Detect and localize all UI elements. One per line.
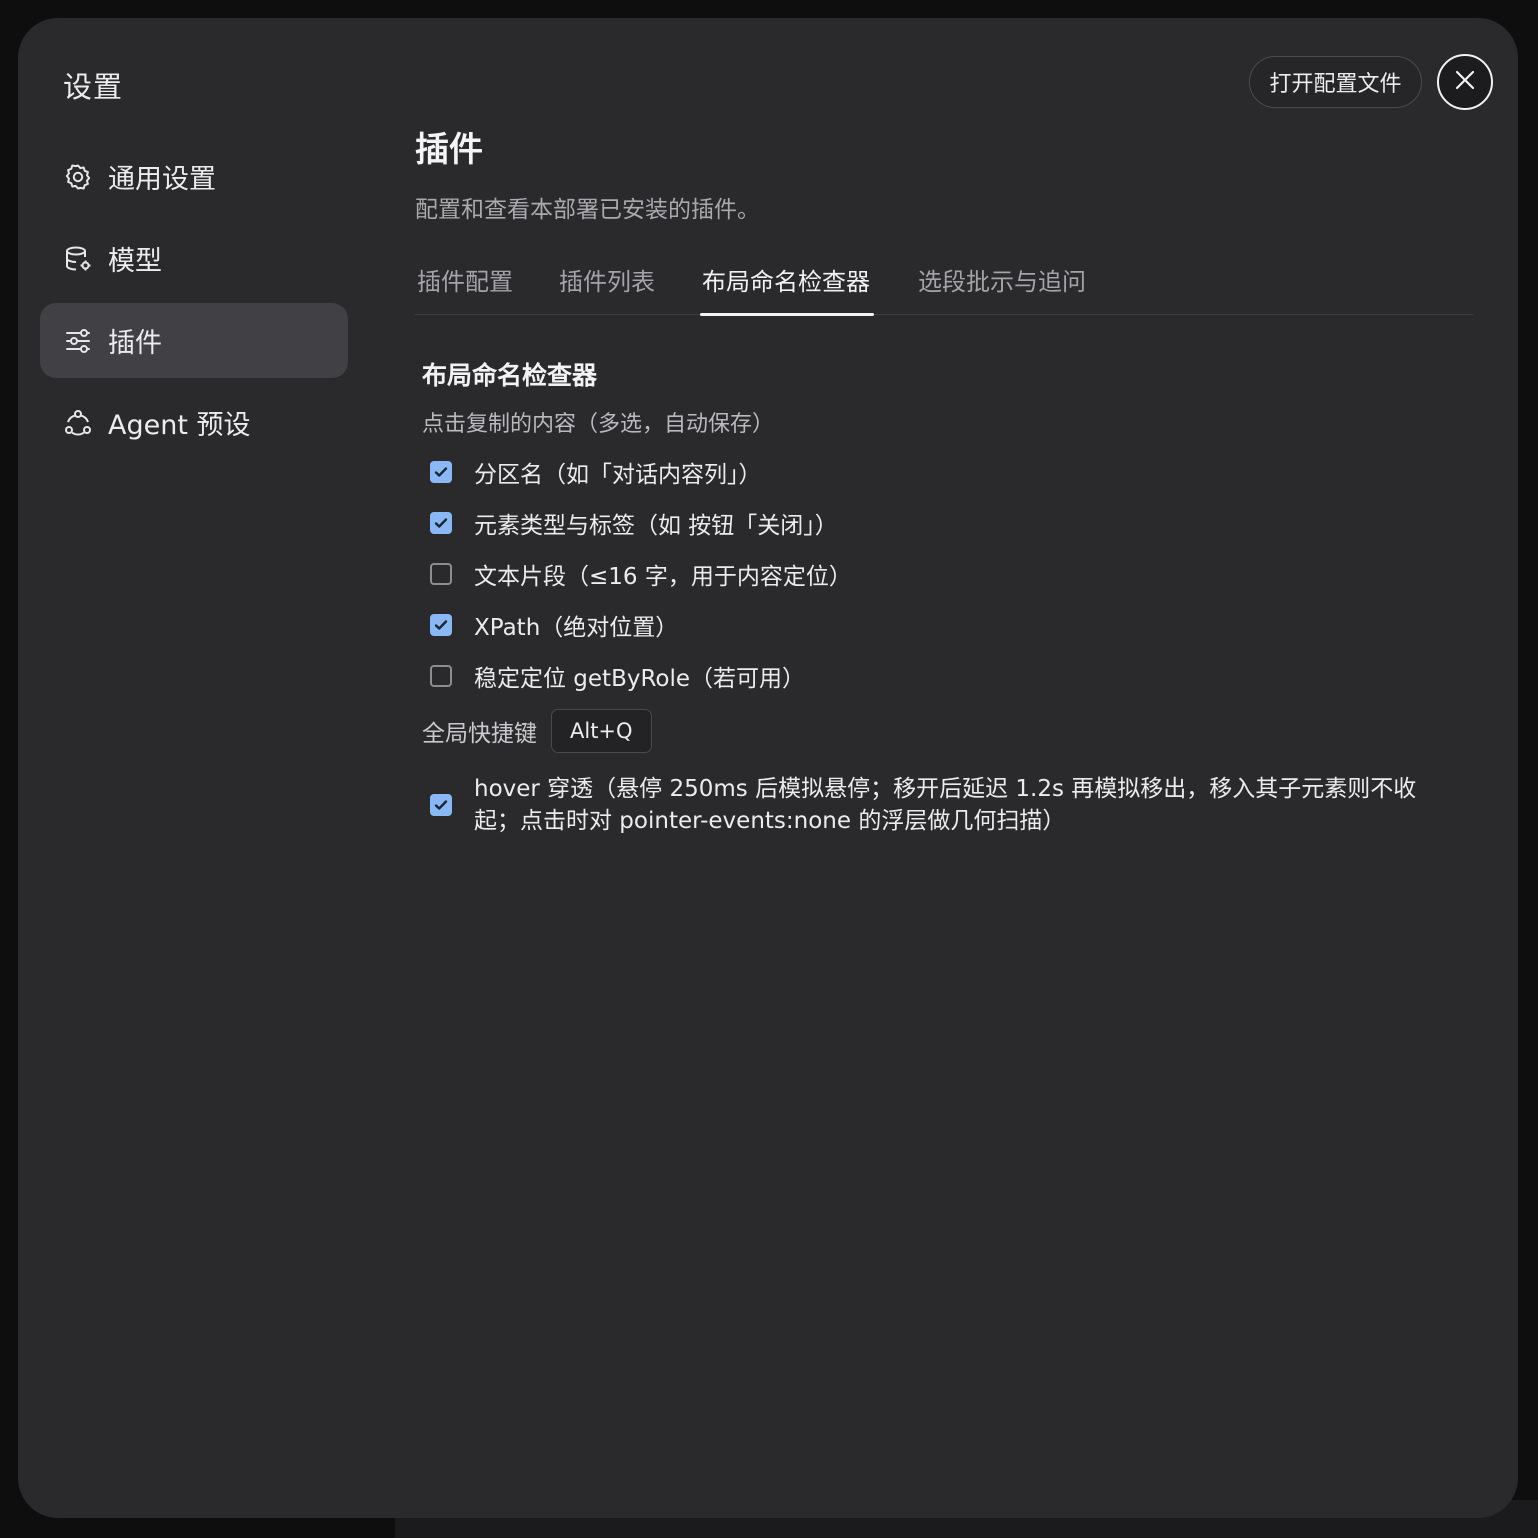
checkbox-unchecked[interactable] [430, 664, 452, 687]
checkbox-checked[interactable] [430, 613, 452, 636]
sidebar-item-label: 模型 [108, 246, 162, 277]
close-button[interactable] [1437, 54, 1493, 110]
option-hover-passthrough[interactable]: hover 穿透（悬停 250ms 后模拟悬停；移开后延迟 1.2s 再模拟移出… [422, 773, 1462, 837]
option-label: 稳定定位 getByRole（若可用） [474, 665, 806, 692]
section-title: 布局命名检查器 [422, 361, 598, 390]
check-icon [434, 466, 448, 477]
sidebar-item-general[interactable]: 通用设置 [40, 139, 348, 214]
check-icon [434, 800, 448, 810]
tab-plugin-config[interactable]: 插件配置 [417, 262, 513, 297]
active-tab-indicator [700, 313, 874, 316]
checkbox-checked[interactable] [430, 460, 452, 483]
tab-layout-inspector[interactable]: 布局命名检查器 [702, 262, 870, 297]
database-icon [62, 243, 94, 275]
page-title: 插件 [415, 130, 483, 170]
modal-title: 设置 [63, 70, 124, 104]
agent-icon [62, 407, 94, 439]
option-label: XPath（绝对位置） [474, 614, 679, 641]
option-label: 分区名（如「对话内容列」） [474, 461, 762, 488]
open-config-button[interactable]: 打开配置文件 [1249, 56, 1422, 108]
option-label: 元素类型与标签（如 按钮「关闭」） [474, 512, 838, 539]
sidebar-item-models[interactable]: 模型 [40, 221, 348, 296]
sidebar-item-label: Agent 预设 [108, 410, 251, 441]
close-icon [1454, 69, 1476, 95]
global-shortcut-row: 全局快捷键 Alt+Q [422, 703, 1462, 759]
sliders-icon [62, 325, 94, 357]
tab-plugin-list[interactable]: 插件列表 [559, 262, 655, 297]
check-icon [434, 517, 448, 528]
sidebar-item-agent-presets[interactable]: Agent 预设 [40, 385, 348, 460]
tab-selection-annotate[interactable]: 选段批示与追问 [918, 262, 1086, 297]
settings-modal: 设置 通用设置 模型 插件 Agent 预设 打开配置文件 插件 配置和查看本部… [18, 18, 1518, 1518]
option-section-name[interactable]: 分区名（如「对话内容列」） [422, 446, 1462, 497]
option-label: 文本片段（≤16 字，用于内容定位） [474, 563, 852, 590]
copy-content-label: 点击复制的内容（多选，自动保存） [422, 412, 775, 437]
option-xpath[interactable]: XPath（绝对位置） [422, 599, 1462, 650]
page-description: 配置和查看本部署已安装的插件。 [415, 197, 760, 223]
sidebar-item-plugins[interactable]: 插件 [40, 303, 348, 378]
gear-icon [62, 161, 94, 193]
tab-bar: 插件配置 插件列表 布局命名检查器 选段批示与追问 [415, 254, 1473, 316]
layout-inspector-section: 布局命名检查器 点击复制的内容（多选，自动保存） 分区名（如「对话内容列」） 元… [422, 356, 1462, 837]
shortcut-label: 全局快捷键 [422, 721, 537, 747]
sidebar-item-label: 插件 [108, 328, 162, 359]
sidebar-item-label: 通用设置 [108, 164, 216, 195]
checkbox-checked[interactable] [430, 511, 452, 534]
checkbox-unchecked[interactable] [430, 562, 452, 585]
sidebar-nav: 通用设置 模型 插件 Agent 预设 [40, 139, 348, 467]
option-label: hover 穿透（悬停 250ms 后模拟悬停；移开后延迟 1.2s 再模拟移出… [474, 776, 1417, 834]
option-element-type[interactable]: 元素类型与标签（如 按钮「关闭」） [422, 497, 1462, 548]
option-text-snippet[interactable]: 文本片段（≤16 字，用于内容定位） [422, 548, 1462, 599]
shortcut-input[interactable]: Alt+Q [551, 709, 652, 753]
checkbox-checked[interactable] [430, 794, 452, 816]
option-get-by-role[interactable]: 稳定定位 getByRole（若可用） [422, 650, 1462, 701]
check-icon [434, 619, 448, 630]
